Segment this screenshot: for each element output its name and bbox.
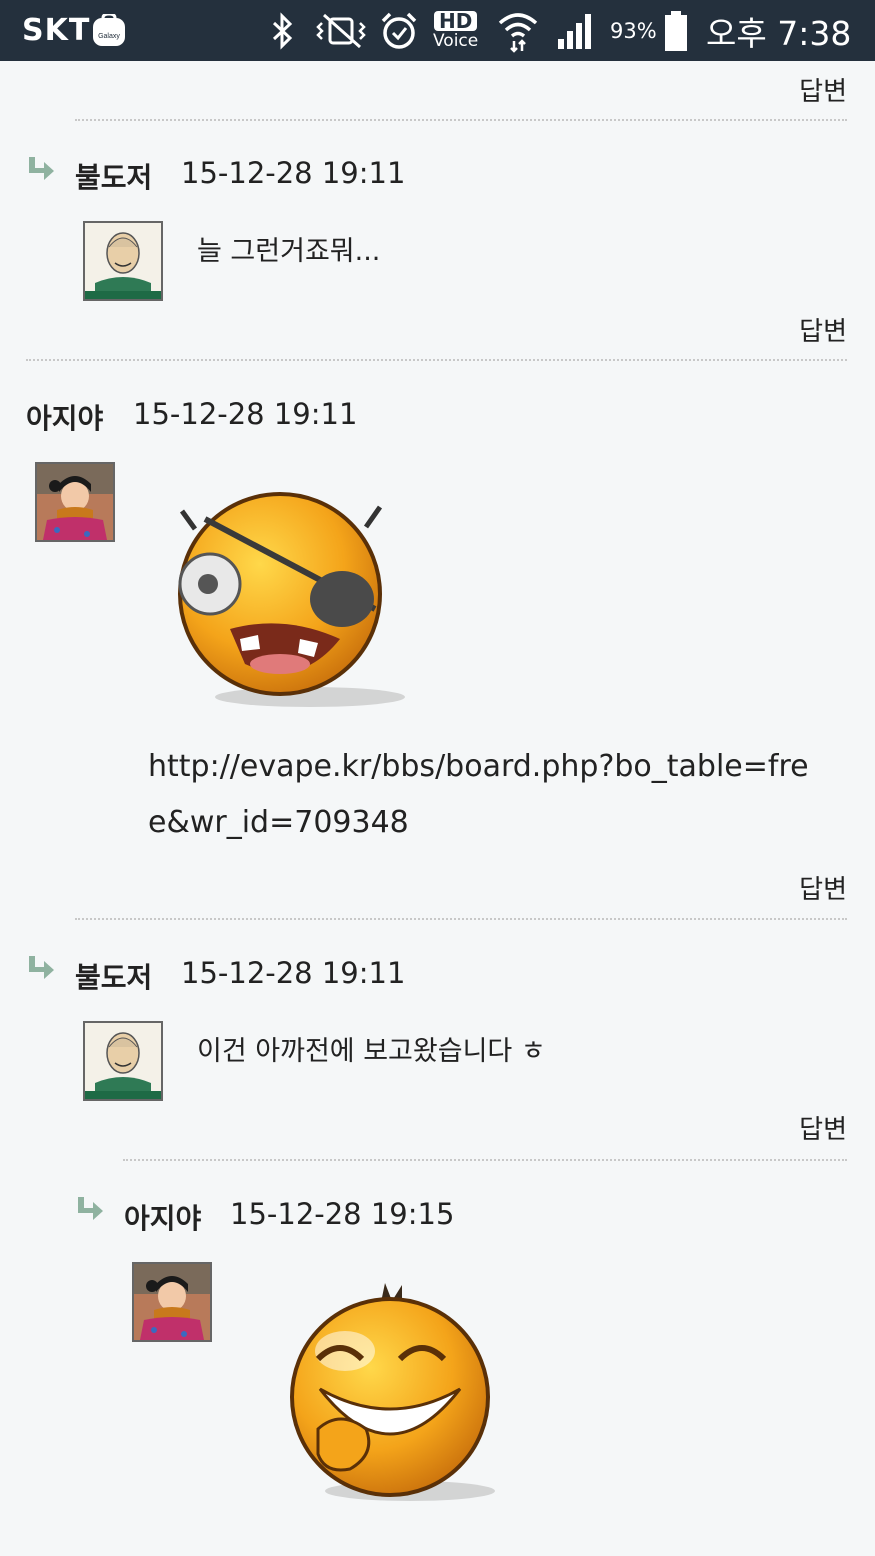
avatar[interactable] (83, 221, 163, 301)
comment-author[interactable]: 아지야 (124, 1197, 201, 1237)
comment-time: 15-12-28 19:11 (181, 956, 406, 990)
reply-arrow-icon (75, 1195, 105, 1229)
comment-author[interactable]: 불도저 (75, 956, 152, 996)
comment-author[interactable]: 불도저 (75, 156, 152, 196)
vibrate-mute-icon (312, 0, 372, 61)
battery-icon (663, 0, 689, 61)
wifi-icon (496, 0, 540, 61)
status-bar: SKT Galaxy HD Voice 93% 오후 7:38 (0, 0, 875, 61)
separator (75, 119, 847, 121)
separator (26, 359, 847, 361)
reply-button[interactable]: 답변 (799, 311, 847, 348)
reply-arrow-icon (26, 155, 56, 189)
svg-text:Galaxy: Galaxy (98, 33, 120, 40)
carrier-label: SKT (22, 13, 91, 48)
reply-arrow-icon (26, 954, 56, 988)
hd-voice-icon: HD Voice (433, 9, 479, 51)
battery-percent: 93% (610, 18, 657, 43)
pirate-emoticon (170, 489, 420, 713)
comment-text: 늘 그런거죠뭐... (197, 236, 381, 267)
bluetooth-icon (268, 0, 298, 61)
avatar[interactable] (83, 1021, 163, 1101)
reply-button[interactable]: 답변 (799, 1109, 847, 1146)
reply-button[interactable]: 답변 (799, 869, 847, 906)
avatar[interactable] (35, 462, 115, 542)
comment-link[interactable]: http://evape.kr/bbs/board.php?bo_table=f… (148, 739, 818, 851)
reply-button[interactable]: 답변 (799, 71, 847, 108)
laughing-emoticon (280, 1279, 510, 1513)
comment-time: 15-12-28 19:15 (230, 1197, 455, 1231)
clock: 오후 7:38 (706, 13, 852, 53)
separator (75, 918, 847, 920)
comment-text: 이건 아까전에 보고왔습니다 ㅎ (197, 1036, 546, 1067)
avatar[interactable] (132, 1262, 212, 1342)
comment-time: 15-12-28 19:11 (181, 156, 406, 190)
separator (123, 1159, 847, 1161)
signal-icon (556, 0, 598, 61)
galaxy-app-icon: Galaxy (92, 0, 126, 61)
comment-list: 답변 불도저 15-12-28 19:11 늘 그런거죠뭐... 답변 아지야 … (0, 61, 875, 1556)
comment-author[interactable]: 아지야 (26, 397, 103, 437)
alarm-icon (380, 0, 418, 61)
comment-time: 15-12-28 19:11 (133, 397, 358, 431)
